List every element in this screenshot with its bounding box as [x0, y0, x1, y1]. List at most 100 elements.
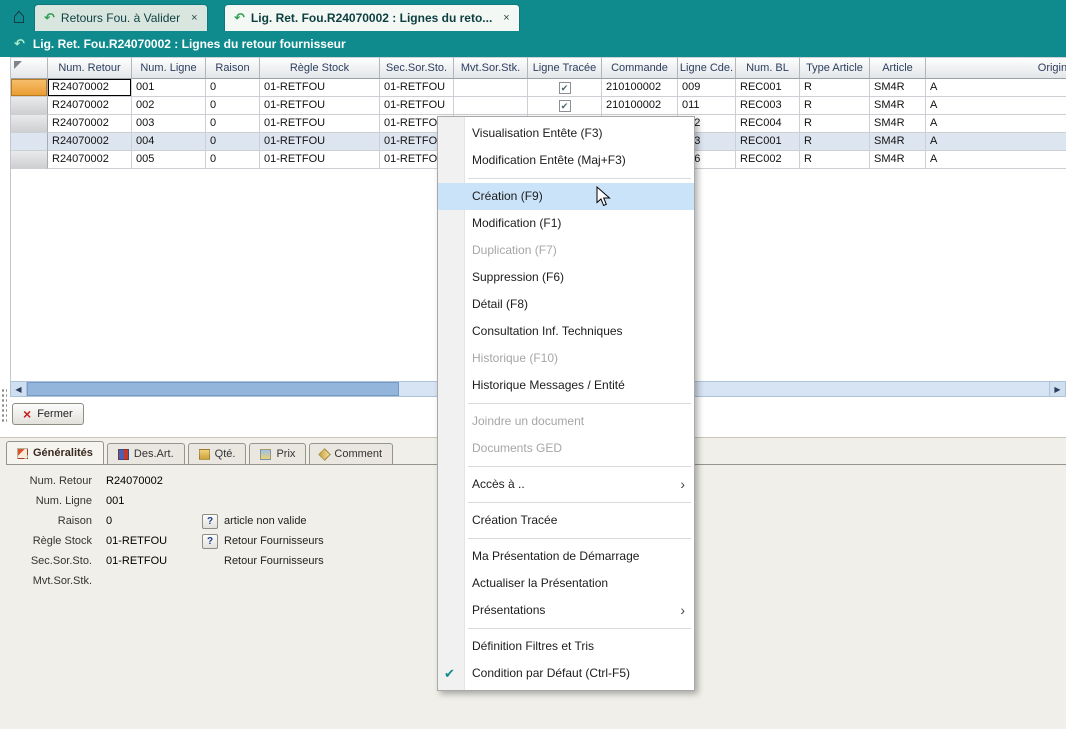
menu-item[interactable]: Modification Entête (Maj+F3): [438, 147, 694, 174]
detail-tab-item[interactable]: Des.Art.: [107, 443, 185, 464]
column-header-origine[interactable]: Origine: [926, 57, 1066, 79]
detail-tab-item[interactable]: Comment: [309, 443, 393, 464]
cell-num_retour[interactable]: R24070002: [48, 97, 132, 115]
cell-regle_stock[interactable]: 01-RETFOU: [260, 115, 380, 133]
cell-ligne_cde[interactable]: 011: [678, 97, 736, 115]
home-button[interactable]: [5, 1, 33, 30]
row-selector[interactable]: [11, 151, 48, 169]
column-header-num_bl[interactable]: Num. BL: [736, 57, 800, 79]
column-header-ligne_cde[interactable]: Ligne Cde.: [678, 57, 736, 79]
menu-item[interactable]: Détail (F8): [438, 291, 694, 318]
cell-commande[interactable]: 210100002: [602, 79, 678, 97]
menu-item[interactable]: Visualisation Entête (F3): [438, 120, 694, 147]
cell-type_article[interactable]: R: [800, 133, 870, 151]
menu-item-highlighted[interactable]: Création (F9): [438, 183, 694, 210]
cell-regle_stock[interactable]: 01-RETFOU: [260, 133, 380, 151]
cell-num_bl[interactable]: REC001: [736, 133, 800, 151]
cell-raison[interactable]: 0: [206, 133, 260, 151]
menu-item[interactable]: Actualiser la Présentation: [438, 570, 694, 597]
column-header-sec_sor_sto[interactable]: Sec.Sor.Sto.: [380, 57, 454, 79]
column-header-commande[interactable]: Commande: [602, 57, 678, 79]
cell-article[interactable]: SM4R: [870, 151, 926, 169]
cell-regle_stock[interactable]: 01-RETFOU: [260, 97, 380, 115]
cell-raison[interactable]: 0: [206, 79, 260, 97]
cell-article[interactable]: SM4R: [870, 133, 926, 151]
cell-origine[interactable]: A: [926, 79, 1066, 97]
menu-item[interactable]: Consultation Inf. Techniques: [438, 318, 694, 345]
cell-mvt_sor_stk[interactable]: [454, 79, 528, 97]
cell-ligne_cde[interactable]: 009: [678, 79, 736, 97]
cell-type_article[interactable]: R: [800, 151, 870, 169]
panel-splitter-handle[interactable]: [1, 388, 7, 424]
cell-article[interactable]: SM4R: [870, 97, 926, 115]
column-header-raison[interactable]: Raison: [206, 57, 260, 79]
cell-num_ligne[interactable]: 003: [132, 115, 206, 133]
close-tab-icon[interactable]: ×: [503, 12, 509, 24]
cell-type_article[interactable]: R: [800, 115, 870, 133]
grid-row[interactable]: R24070002002001-RETFOU01-RETFOU210100002…: [11, 97, 1066, 115]
cell-num_ligne[interactable]: 005: [132, 151, 206, 169]
close-tab-icon[interactable]: ×: [191, 12, 197, 24]
cell-num_ligne[interactable]: 001: [132, 79, 206, 97]
cell-num_retour[interactable]: R24070002: [48, 133, 132, 151]
cell-raison[interactable]: 0: [206, 97, 260, 115]
column-header-num_ligne[interactable]: Num. Ligne: [132, 57, 206, 79]
cell-num_bl[interactable]: REC002: [736, 151, 800, 169]
menu-item[interactable]: Ma Présentation de Démarrage: [438, 543, 694, 570]
column-header-mvt_sor_stk[interactable]: Mvt.Sor.Stk.: [454, 57, 528, 79]
detail-tab-item[interactable]: Qté.: [188, 443, 247, 464]
grid-row[interactable]: R24070002001001-RETFOU01-RETFOU210100002…: [11, 79, 1066, 97]
row-selector[interactable]: [11, 115, 48, 133]
row-selector[interactable]: [11, 79, 48, 97]
menu-item[interactable]: Présentations: [438, 597, 694, 624]
row-selector[interactable]: [11, 97, 48, 115]
cell-num_ligne[interactable]: 004: [132, 133, 206, 151]
scroll-right-icon[interactable]: [1049, 382, 1065, 396]
row-selector[interactable]: [11, 133, 48, 151]
cell-ligne_tracee[interactable]: [528, 97, 602, 115]
cell-raison[interactable]: 0: [206, 115, 260, 133]
scrollbar-thumb[interactable]: [27, 382, 399, 396]
cell-num_ligne[interactable]: 002: [132, 97, 206, 115]
ligne-tracee-checkbox[interactable]: [559, 82, 571, 94]
select-all-header[interactable]: [11, 57, 48, 79]
cell-num_retour[interactable]: R24070002: [48, 115, 132, 133]
cell-type_article[interactable]: R: [800, 79, 870, 97]
column-header-num_retour[interactable]: Num. Retour: [48, 57, 132, 79]
menu-item[interactable]: Condition par Défaut (Ctrl-F5): [438, 660, 694, 687]
cell-raison[interactable]: 0: [206, 151, 260, 169]
help-button[interactable]: ?: [202, 534, 218, 549]
help-button[interactable]: ?: [202, 514, 218, 529]
cell-num_retour[interactable]: R24070002: [48, 79, 132, 97]
cell-regle_stock[interactable]: 01-RETFOU: [260, 151, 380, 169]
cell-article[interactable]: SM4R: [870, 79, 926, 97]
cell-num_bl[interactable]: REC004: [736, 115, 800, 133]
menu-item[interactable]: Historique Messages / Entité: [438, 372, 694, 399]
cell-num_bl[interactable]: REC001: [736, 79, 800, 97]
menu-item[interactable]: Création Tracée: [438, 507, 694, 534]
cell-origine[interactable]: A: [926, 115, 1066, 133]
detail-tab-item[interactable]: Prix: [249, 443, 306, 464]
cell-article[interactable]: SM4R: [870, 115, 926, 133]
column-header-ligne_tracee[interactable]: Ligne Tracée: [528, 57, 602, 79]
menu-item[interactable]: Définition Filtres et Tris: [438, 633, 694, 660]
cell-origine[interactable]: A: [926, 151, 1066, 169]
column-header-type_article[interactable]: Type Article: [800, 57, 870, 79]
cell-origine[interactable]: A: [926, 133, 1066, 151]
cell-origine[interactable]: A: [926, 97, 1066, 115]
fermer-button[interactable]: Fermer: [12, 403, 84, 425]
scroll-left-icon[interactable]: [11, 382, 27, 396]
column-header-regle_stock[interactable]: Règle Stock: [260, 57, 380, 79]
menu-item[interactable]: Modification (F1): [438, 210, 694, 237]
cell-num_bl[interactable]: REC003: [736, 97, 800, 115]
cell-ligne_tracee[interactable]: [528, 79, 602, 97]
cell-sec_sor_sto[interactable]: 01-RETFOU: [380, 79, 454, 97]
detail-tab-generalites[interactable]: Généralités: [6, 441, 104, 464]
menu-item[interactable]: Accès à ..: [438, 471, 694, 498]
ligne-tracee-checkbox[interactable]: [559, 100, 571, 112]
app-tab[interactable]: ↶Retours Fou. à Valider×: [34, 4, 208, 31]
cell-num_retour[interactable]: R24070002: [48, 151, 132, 169]
cell-regle_stock[interactable]: 01-RETFOU: [260, 79, 380, 97]
app-tab-active[interactable]: ↶Lig. Ret. Fou.R24070002 : Lignes du ret…: [224, 4, 520, 31]
menu-item[interactable]: Suppression (F6): [438, 264, 694, 291]
